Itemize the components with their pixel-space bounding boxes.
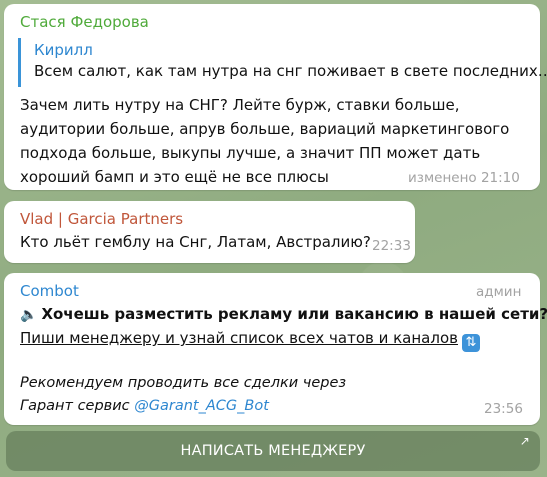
arrows-icon: ⇅	[461, 334, 480, 352]
manager-link[interactable]: Пиши менеджеру и узнай список всех чатов…	[20, 329, 458, 347]
admin-badge: админ	[476, 284, 522, 300]
message-bubble: Vlad | Garcia Partners Кто льёт гемблу н…	[4, 201, 415, 263]
message-bubble: Combot админ 🔈 Хочешь разместить рекламу …	[4, 273, 547, 425]
guarantee-prefix: Гарант сервис	[20, 398, 135, 414]
headline-text: Хочешь разместить рекламу или вакансию в…	[41, 305, 547, 323]
guarantee-line: Гарант сервис @Garant_ACG_Bot	[20, 394, 269, 418]
reply-text: Всем салют, как там нутра на снг поживае…	[34, 62, 547, 80]
message-time: изменено 21:10	[408, 170, 520, 186]
write-manager-label: НАПИСАТЬ МЕНЕДЖЕРУ	[180, 443, 366, 459]
message-link-line[interactable]: Пиши менеджеру и узнай список всех чатов…	[20, 326, 480, 352]
speaker-icon: 🔈	[20, 307, 38, 323]
message-text-line: хороший бамп и это ещё не все плюсы	[20, 168, 329, 186]
message-time: 22:33	[372, 238, 411, 254]
external-arrow-icon: ↗	[519, 434, 530, 448]
garant-bot-link[interactable]: @Garant_ACG_Bot	[134, 398, 269, 414]
reply-quote[interactable]: Кирилл Всем салют, как там нутра на снг …	[18, 38, 547, 87]
write-manager-button[interactable]: НАПИСАТЬ МЕНЕДЖЕРУ ↗	[6, 431, 540, 471]
message-text-line: Кто льёт гемблу на Снг, Латам, Австралию…	[20, 233, 371, 251]
message-bubble: Стася Федорова Кирилл Всем салют, как та…	[4, 4, 547, 190]
message-text-line: подхода больше, выкупы лучше, а значит П…	[20, 144, 481, 162]
reply-sender: Кирилл	[34, 41, 93, 59]
message-headline: 🔈 Хочешь разместить рекламу или вакансию …	[20, 302, 547, 327]
message-text-line: аудитории больше, апрув больше, вариаций…	[20, 120, 510, 138]
message-sender[interactable]: Стася Федорова	[20, 13, 149, 31]
recommend-text: Рекомендуем проводить все сделки через	[20, 375, 347, 391]
message-text-line: Зачем лить нутру на СНГ? Лейте бурж, ста…	[20, 96, 460, 114]
message-sender[interactable]: Combot	[20, 282, 79, 300]
message-sender[interactable]: Vlad | Garcia Partners	[20, 210, 183, 228]
message-time: 23:56	[484, 401, 523, 417]
